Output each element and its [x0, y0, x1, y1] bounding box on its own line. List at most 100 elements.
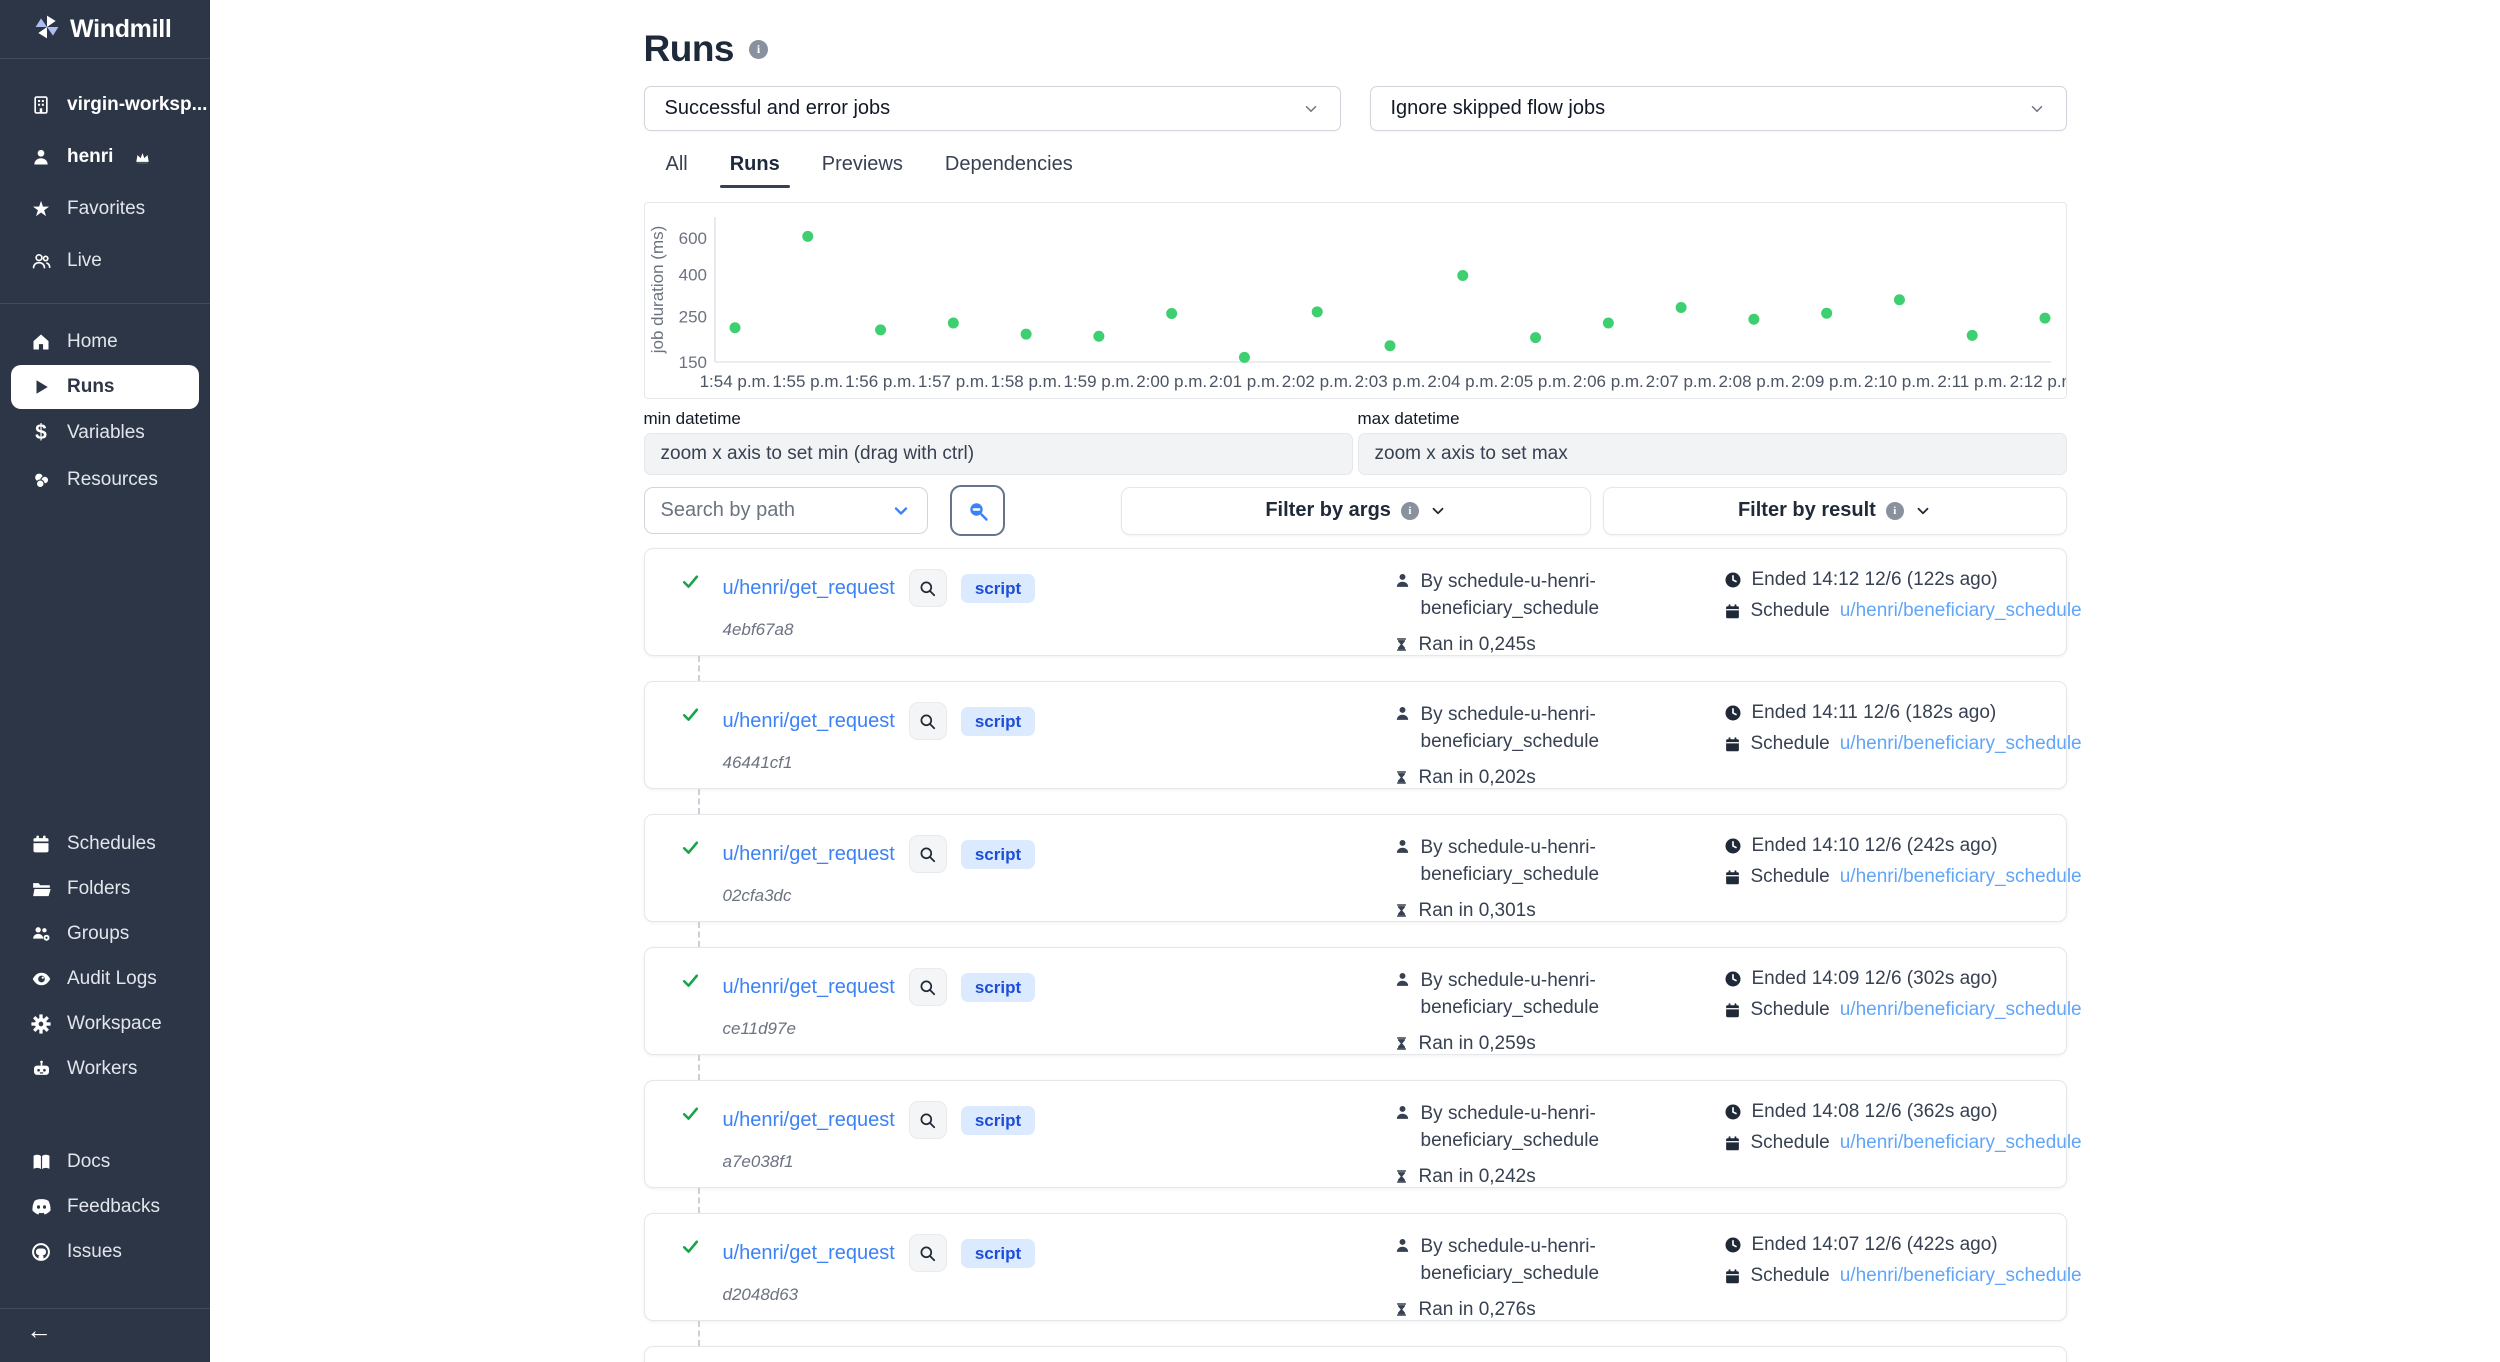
tab-previews[interactable]: Previews: [808, 147, 917, 188]
run-schedule-link[interactable]: u/henri/beneficiary_schedule: [1840, 733, 2082, 755]
calendar-icon: [1724, 603, 1741, 620]
sidebar-item-home[interactable]: Home: [0, 318, 210, 365]
run-triggered-by: By schedule-u-henri-beneficiary_schedule: [1421, 968, 1626, 1022]
run-id: a7e038f1: [723, 1152, 1394, 1172]
sidebar-item-live[interactable]: Live: [0, 235, 210, 287]
run-card[interactable]: u/henri/get_request script 46441cf1 By s…: [644, 681, 2067, 789]
hourglass-icon: [1394, 769, 1409, 786]
sidebar-item-runs[interactable]: Runs: [11, 365, 199, 409]
tab-runs[interactable]: Runs: [716, 147, 794, 188]
feedbacks-label: Feedbacks: [67, 1196, 160, 1218]
run-inspect-button[interactable]: [909, 1234, 947, 1272]
github-icon: [30, 1242, 52, 1262]
robot-icon: [30, 1059, 52, 1079]
run-schedule-line: Schedule u/henri/beneficiary_schedule: [1724, 1132, 2082, 1154]
filter-by-args-button[interactable]: Filter by args i: [1121, 487, 1591, 535]
run-path-link[interactable]: u/henri/get_request: [723, 577, 895, 600]
tab-dependencies[interactable]: Dependencies: [931, 147, 1087, 188]
run-schedule-line: Schedule u/henri/beneficiary_schedule: [1724, 866, 2082, 888]
run-inspect-button[interactable]: [909, 968, 947, 1006]
sidebar-item-audit-logs[interactable]: Audit Logs: [0, 956, 210, 1001]
run-inspect-button[interactable]: [909, 702, 947, 740]
chevron-down-icon: [891, 501, 911, 521]
svg-text:1:58 p.m.: 1:58 p.m.: [990, 372, 1061, 391]
sidebar-item-feedbacks[interactable]: Feedbacks: [0, 1184, 210, 1229]
sidebar-item-folders[interactable]: Folders: [0, 866, 210, 911]
audit-logs-label: Audit Logs: [67, 968, 157, 990]
zoom-out-search-button[interactable]: [950, 485, 1005, 536]
run-card[interactable]: u/henri/get_request script 4ebf67a8 By s…: [644, 548, 2067, 656]
search-by-path-select[interactable]: Search by path: [644, 487, 929, 534]
svg-text:2:01 p.m.: 2:01 p.m.: [1209, 372, 1280, 391]
run-kind-badge: script: [961, 1106, 1035, 1135]
groups-icon: [30, 924, 52, 944]
sidebar: Windmill virgin-worksp... henri ★: [0, 0, 210, 1362]
job-kind-select[interactable]: Successful and error jobs: [644, 86, 1341, 131]
run-path-link[interactable]: u/henri/get_request: [723, 710, 895, 733]
sidebar-item-docs[interactable]: Docs: [0, 1139, 210, 1184]
sidebar-item-workers[interactable]: Workers: [0, 1046, 210, 1091]
run-schedule-line: Schedule u/henri/beneficiary_schedule: [1724, 999, 2082, 1021]
run-schedule-link[interactable]: u/henri/beneficiary_schedule: [1840, 999, 2082, 1021]
min-datetime-input[interactable]: [644, 433, 1353, 475]
sidebar-item-workspace-settings[interactable]: Workspace: [0, 1001, 210, 1046]
run-triggered-by: By schedule-u-henri-beneficiary_schedule: [1421, 569, 1626, 623]
run-card[interactable]: u/henri/get_request script a7e038f1 By s…: [644, 1080, 2067, 1188]
svg-text:2:02 p.m.: 2:02 p.m.: [1281, 372, 1352, 391]
run-schedule-link[interactable]: u/henri/beneficiary_schedule: [1840, 1265, 2082, 1287]
max-datetime-input[interactable]: [1358, 433, 2067, 475]
svg-text:2:07 p.m.: 2:07 p.m.: [1645, 372, 1716, 391]
chevron-down-icon: [1914, 502, 1932, 520]
windmill-pinwheel-icon: [34, 14, 60, 45]
run-card[interactable]: u/henri/get_request script By schedule-u…: [644, 1346, 2067, 1362]
run-path-link[interactable]: u/henri/get_request: [723, 1242, 895, 1265]
filter-by-result-button[interactable]: Filter by result i: [1603, 487, 2066, 535]
run-inspect-button[interactable]: [909, 1101, 947, 1139]
sidebar-item-workspace-picker[interactable]: virgin-worksp...: [0, 79, 210, 131]
sidebar-item-favorites[interactable]: ★ Favorites: [0, 183, 210, 235]
resources-label: Resources: [67, 469, 158, 491]
run-path-link[interactable]: u/henri/get_request: [723, 976, 895, 999]
run-card[interactable]: u/henri/get_request script d2048d63 By s…: [644, 1213, 2067, 1321]
runs-list: u/henri/get_request script 4ebf67a8 By s…: [644, 548, 2067, 1362]
runs-tabs: All Runs Previews Dependencies: [644, 147, 2067, 188]
skipped-flow-select[interactable]: Ignore skipped flow jobs: [1370, 86, 2067, 131]
run-duration-line: Ran in 0,276s: [1394, 1299, 1724, 1321]
run-id: d2048d63: [723, 1285, 1394, 1305]
hourglass-icon: [1394, 1168, 1409, 1185]
run-schedule-label: Schedule: [1751, 1265, 1830, 1287]
tab-all[interactable]: All: [652, 147, 702, 188]
clock-icon: [1724, 1103, 1742, 1121]
windmill-logo[interactable]: Windmill: [0, 0, 210, 58]
svg-text:250: 250: [678, 307, 706, 326]
run-schedule-link[interactable]: u/henri/beneficiary_schedule: [1840, 1132, 2082, 1154]
clock-icon: [1724, 704, 1742, 722]
run-path-link[interactable]: u/henri/get_request: [723, 843, 895, 866]
info-icon[interactable]: i: [749, 40, 768, 59]
run-ended-text: Ended 14:11 12/6 (182s ago): [1752, 702, 1997, 724]
run-duration: Ran in 0,259s: [1419, 1033, 1536, 1055]
run-ended-line: Ended 14:11 12/6 (182s ago): [1724, 702, 2082, 724]
run-path-link[interactable]: u/henri/get_request: [723, 1109, 895, 1132]
run-inspect-button[interactable]: [909, 569, 947, 607]
sidebar-item-issues[interactable]: Issues: [0, 1229, 210, 1274]
live-label: Live: [67, 250, 102, 272]
run-schedule-link[interactable]: u/henri/beneficiary_schedule: [1840, 600, 2082, 622]
svg-text:job duration (ms): job duration (ms): [648, 226, 667, 355]
sidebar-item-user[interactable]: henri: [0, 131, 210, 183]
run-inspect-button[interactable]: [909, 835, 947, 873]
collapse-sidebar-button[interactable]: ←: [0, 1309, 210, 1351]
sidebar-item-groups[interactable]: Groups: [0, 911, 210, 956]
groups-label: Groups: [67, 923, 129, 945]
run-schedule-link[interactable]: u/henri/beneficiary_schedule: [1840, 866, 2082, 888]
run-kind-badge: script: [961, 574, 1035, 603]
run-card[interactable]: u/henri/get_request script ce11d97e By s…: [644, 947, 2067, 1055]
folder-icon: [30, 879, 52, 899]
sidebar-item-resources[interactable]: Resources: [0, 456, 210, 503]
run-card[interactable]: u/henri/get_request script 02cfa3dc By s…: [644, 814, 2067, 922]
job-duration-chart[interactable]: 1502504006001:54 p.m.1:55 p.m.1:56 p.m.1…: [644, 202, 2067, 399]
success-check-icon: [681, 1234, 723, 1321]
sidebar-item-variables[interactable]: $ Variables: [0, 409, 210, 456]
sidebar-item-schedules[interactable]: Schedules: [0, 821, 210, 866]
filter-by-result-label: Filter by result: [1738, 499, 1876, 522]
